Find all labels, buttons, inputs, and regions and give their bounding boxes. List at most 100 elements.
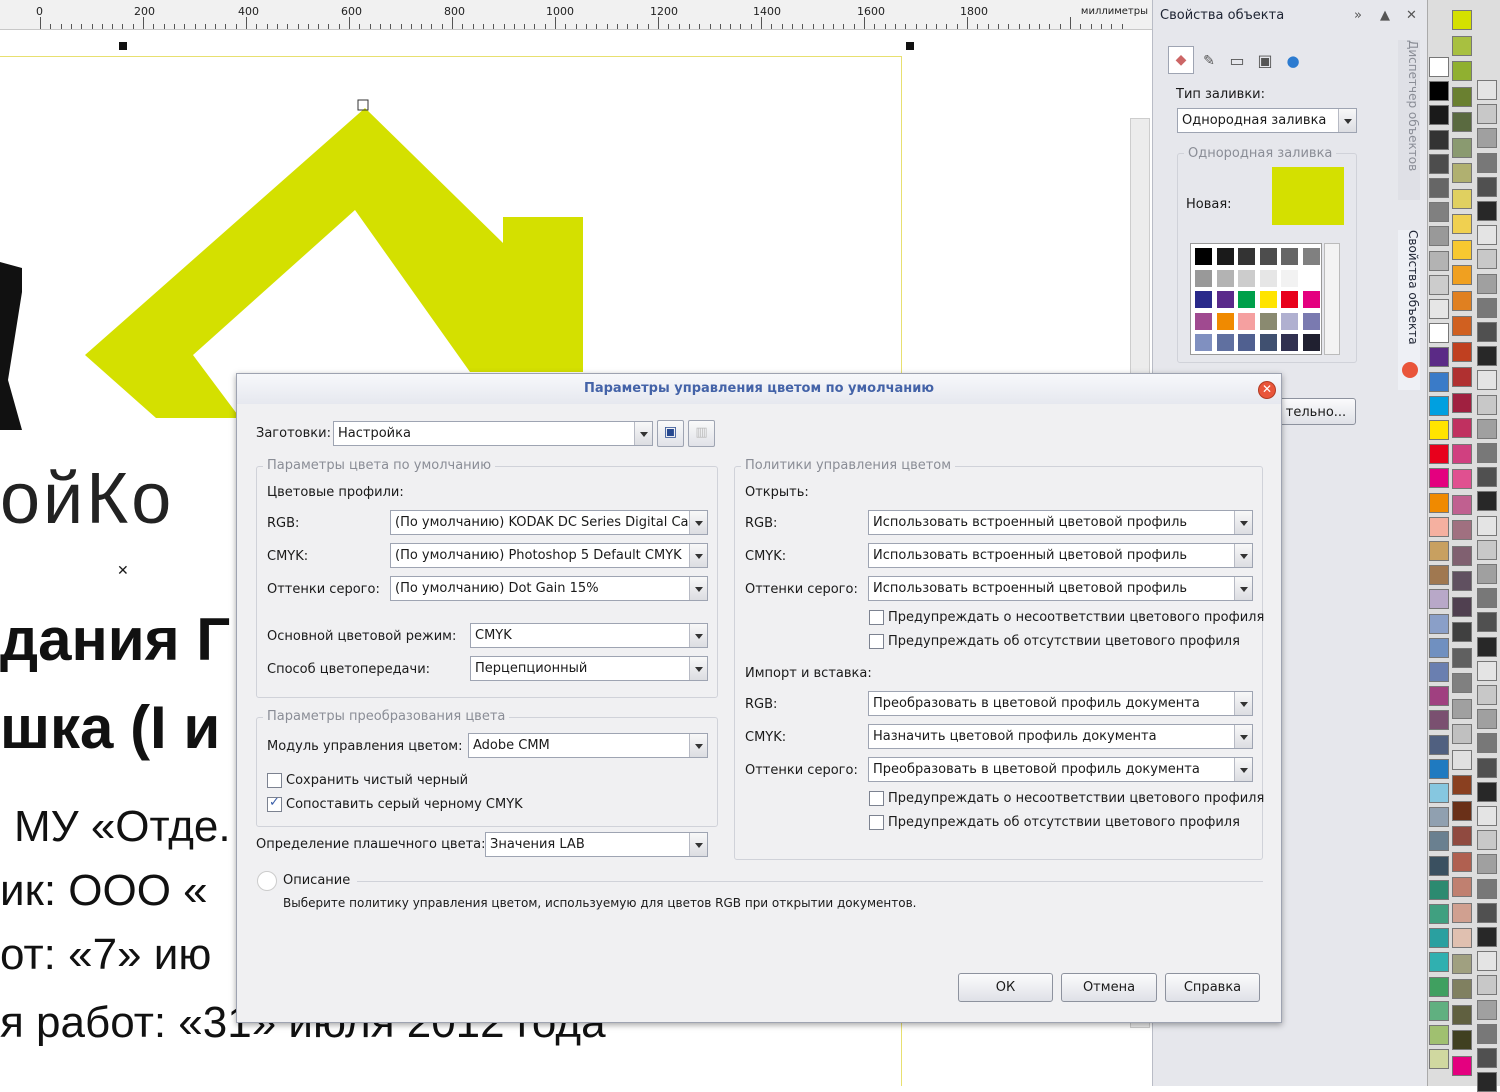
palette-swatch[interactable] [1429,395,1449,416]
mini-palette-swatch[interactable] [1237,268,1256,288]
palette-swatch[interactable] [1429,879,1449,900]
palette-swatch[interactable] [1429,226,1449,247]
mini-palette-swatch[interactable] [1280,247,1299,266]
palette-swatch[interactable] [1429,686,1449,707]
palette-swatch[interactable] [1477,1023,1497,1044]
palette-swatch[interactable] [1429,250,1449,271]
palette-swatch[interactable] [1429,758,1449,779]
palette-swatch[interactable] [1429,105,1449,126]
palette-swatch[interactable] [1429,904,1449,924]
import-rgb-select[interactable]: Преобразовать в цветовой профиль докумен… [868,691,1253,716]
palette-swatch[interactable] [1452,571,1472,591]
fill-type-select[interactable]: Однородная заливка [1177,108,1357,133]
ok-button[interactable]: ОК [958,973,1053,1002]
palette-swatch[interactable] [1477,927,1497,947]
outline-tab-icon[interactable]: ✎ [1196,48,1222,74]
palette-swatch[interactable] [1477,491,1497,512]
palette-swatch[interactable] [1429,928,1449,949]
palette-swatch[interactable] [1429,323,1449,344]
import-cmyk-select[interactable]: Назначить цветовой профиль документа [868,724,1253,749]
palette-swatch[interactable] [1429,1000,1449,1021]
palette-swatch[interactable] [1452,647,1472,668]
mini-palette-swatch[interactable] [1194,290,1213,309]
palette-swatch[interactable] [1429,153,1449,174]
palette-swatch[interactable] [1429,444,1449,465]
palette-swatch[interactable] [1429,516,1449,537]
palette-swatch[interactable] [1477,781,1497,802]
collapse-icon[interactable]: ▲ [1380,8,1390,23]
palette-swatch[interactable] [1477,830,1497,851]
primary-mode-select[interactable]: CMYK [470,623,708,648]
palette-swatch[interactable] [1429,952,1449,973]
palette-swatch[interactable] [1452,443,1472,464]
import-gray-select[interactable]: Преобразовать в цветовой профиль докумен… [868,757,1253,782]
mini-palette-swatch[interactable] [1237,311,1256,331]
close-docker-icon[interactable] [1402,362,1418,378]
palette-swatch[interactable] [1429,420,1449,440]
mini-palette-swatch[interactable] [1258,247,1278,266]
palette-swatch[interactable] [1429,178,1449,198]
mini-palette-swatch[interactable] [1301,333,1321,352]
mini-palette-swatch[interactable] [1215,311,1235,331]
mini-palette-swatch[interactable] [1258,290,1278,309]
palette-swatch[interactable] [1429,1049,1449,1070]
palette-swatch[interactable] [1429,57,1449,77]
palette-swatch[interactable] [1452,826,1472,846]
palette-swatch[interactable] [1452,137,1472,158]
mini-palette-swatch[interactable] [1237,290,1256,309]
fill-tab-icon[interactable]: ◆ [1168,46,1194,74]
palette-swatch[interactable] [1452,469,1472,489]
cmyk-profile-select[interactable]: (По умолчанию) Photoshop 5 Default CMYK [390,543,708,568]
open-rgb-select[interactable]: Использовать встроенный цветовой профиль [868,510,1253,535]
mini-palette-swatch[interactable] [1194,268,1213,288]
close-icon[interactable]: ✕ [1406,8,1417,23]
palette-swatch[interactable] [1477,975,1497,996]
mini-palette-swatch[interactable] [1215,290,1235,309]
palette-swatch[interactable] [1429,613,1449,634]
palette-swatch[interactable] [1477,273,1497,294]
palette-swatch[interactable] [1452,545,1472,566]
palette-swatch[interactable] [1452,1004,1472,1025]
presets-select[interactable]: Настройка [333,421,653,446]
palette-swatch[interactable] [1429,783,1449,803]
palette-swatch[interactable] [1452,214,1472,234]
palette-swatch[interactable] [1429,541,1449,561]
palette-swatch[interactable] [1452,265,1472,285]
cancel-button[interactable]: Отмена [1061,973,1157,1002]
help-button[interactable]: Справка [1165,973,1260,1002]
palette-swatch[interactable] [1452,1055,1472,1076]
palette-swatch[interactable] [1452,673,1472,693]
palette-swatch[interactable] [1429,299,1449,319]
palette-swatch[interactable] [1477,467,1497,488]
palette-swatch[interactable] [1452,596,1472,617]
palette-swatch[interactable] [1452,851,1472,872]
palette-swatch[interactable] [1477,176,1497,197]
open-warn-mismatch-checkbox[interactable] [869,610,884,625]
mini-palette-swatch[interactable] [1194,247,1213,266]
mini-palette-swatch[interactable] [1237,333,1256,352]
palette-swatch[interactable] [1452,698,1472,719]
palette-swatch[interactable] [1429,589,1449,610]
palette-swatch[interactable] [1477,733,1497,754]
expand-icon[interactable]: » [1354,8,1362,23]
palette-swatch[interactable] [1477,346,1497,367]
palette-swatch[interactable] [1477,322,1497,342]
mini-palette-swatch[interactable] [1194,311,1213,331]
mini-palette-swatch[interactable] [1280,290,1299,309]
internet-tab-icon[interactable]: ● [1280,48,1306,74]
mini-palette-swatch[interactable] [1301,311,1321,331]
palette-swatch[interactable] [1477,806,1497,826]
object-manager-tab[interactable]: Диспетчер объектов [1398,40,1420,200]
close-icon[interactable]: ✕ [1258,381,1276,399]
palette-swatch[interactable] [1477,951,1497,972]
palette-swatch[interactable] [1429,274,1449,295]
more-button[interactable]: тельно... [1276,398,1356,425]
palette-swatch[interactable] [1429,81,1449,102]
mini-palette-swatch[interactable] [1258,268,1278,288]
palette-swatch[interactable] [1452,928,1472,948]
palette-swatch[interactable] [1477,660,1497,681]
spot-color-select[interactable]: Значения LAB [485,832,708,857]
palette-swatch[interactable] [1429,468,1449,489]
palette-swatch[interactable] [1477,709,1497,730]
delete-preset-icon[interactable]: ▥ [688,420,715,447]
